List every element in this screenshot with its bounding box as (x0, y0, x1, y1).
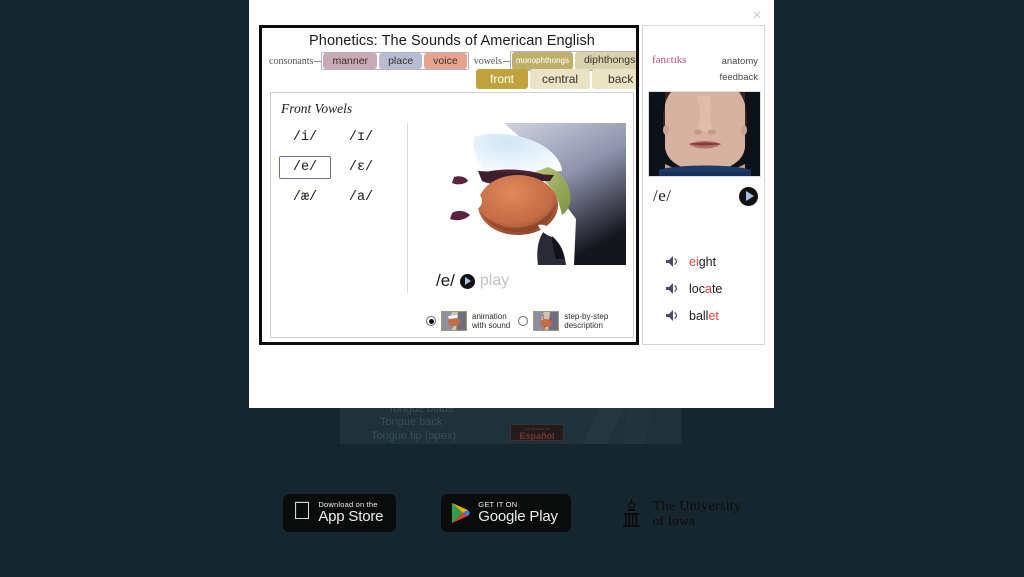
play-label: play (479, 272, 510, 289)
vowel-option-a[interactable]: /a/ (335, 186, 387, 209)
background-anatomy-panel: Tongue blade Tongue back Tongue tip (ape… (340, 402, 682, 444)
modal-dialog: × Phonetics: The Sounds of American Engl… (249, 0, 774, 408)
vowel-option-i[interactable]: /i/ (279, 126, 331, 149)
sidebar-ipa-row: /e/ (653, 186, 758, 206)
tab-central[interactable]: central (530, 69, 591, 89)
content-card: Front Vowels /i/ /ɪ/ /e/ /ɛ/ /æ/ /a/ /e/… (270, 92, 634, 338)
speaker-icon (666, 283, 677, 294)
word-pre: ball (689, 308, 709, 323)
word-post: ght (698, 254, 717, 269)
fonetiks-logo[interactable]: fənɛtɪks (652, 54, 687, 66)
option-steps-line1: step-by-step (564, 311, 609, 321)
word-highlight: a (704, 281, 712, 296)
vowel-tab-group: monophthongs diphthongs (510, 51, 636, 71)
mouth-animation-thumbnail[interactable] (441, 311, 467, 331)
word-highlight: et (708, 308, 719, 323)
animation-play-control[interactable]: /e/ play (436, 271, 509, 291)
svg-text:3: 3 (543, 326, 546, 331)
page-title: Phonetics: The Sounds of American Englis… (309, 33, 595, 49)
speaker-icon (666, 256, 677, 267)
list-item[interactable]: locate (665, 275, 722, 302)
svg-text:1: 1 (542, 315, 545, 321)
word-label: eight (689, 255, 716, 269)
sidebar-link-feedback[interactable]: feedback (719, 70, 758, 86)
view-mode-options: animation with sound 1 2 3 step-by-step … (426, 311, 608, 331)
tab-monophthongs[interactable]: monophthongs (512, 52, 573, 70)
vowel-option-small-i[interactable]: /ɪ/ (335, 126, 387, 149)
animation-ipa-symbol: /e/ (436, 271, 455, 290)
vowel-option-ash[interactable]: /æ/ (279, 186, 331, 209)
vowel-option-epsilon[interactable]: /ɛ/ (335, 156, 387, 179)
sagittal-mouth-diagram[interactable] (426, 119, 626, 265)
option-steps-label: step-by-step description (564, 312, 608, 331)
nav-row-primary: consonants manner place voice vowels mon… (268, 51, 636, 71)
tab-back[interactable]: back (592, 69, 636, 89)
old-capitol-icon (622, 499, 640, 527)
tab-voice[interactable]: voice (424, 53, 467, 69)
sidebar-links: anatomy feedback (719, 54, 758, 86)
list-item[interactable]: ballet (665, 302, 722, 329)
option-steps-line2: description (564, 321, 603, 330)
speaker-icon (666, 310, 677, 321)
tab-place[interactable]: place (379, 53, 423, 69)
app-store-badge-title: App Store (308, 508, 383, 526)
tab-manner[interactable]: manner (323, 53, 378, 69)
vowels-label: vowels (473, 55, 503, 67)
svg-text:2: 2 (549, 318, 552, 324)
radio-animation-with-sound[interactable] (426, 316, 436, 326)
option-animation-with-sound[interactable]: animation with sound (426, 311, 510, 331)
tab-diphthongs[interactable]: diphthongs (574, 52, 636, 70)
list-item[interactable]: eight (665, 248, 722, 275)
apple-logo-icon:  (293, 499, 312, 524)
word-post: te (711, 281, 723, 296)
google-play-badge-title: Google Play (468, 508, 558, 526)
vowel-option-e[interactable]: /e/ (279, 156, 331, 179)
word-label: locate (689, 282, 722, 296)
word-label: ballet (689, 309, 719, 323)
option-step-by-step[interactable]: 1 2 3 step-by-step description (518, 311, 608, 331)
university-of-iowa-logo[interactable]: The University of Iowa (616, 497, 742, 529)
vertical-divider (407, 123, 408, 293)
mouth-steps-thumbnail[interactable]: 1 2 3 (533, 311, 560, 331)
tab-front[interactable]: front (476, 69, 529, 89)
panel-title: Front Vowels (281, 101, 353, 116)
consonant-tab-group: manner place voice (321, 52, 469, 70)
face-video-still[interactable] (648, 91, 761, 177)
google-play-icon (452, 503, 471, 523)
sidebar-link-anatomy[interactable]: anatomy (719, 54, 758, 70)
example-word-list: eight locate ballet (665, 248, 722, 329)
app-store-badge[interactable]:  Download on the App Store (282, 494, 397, 532)
consonants-label: consonants (269, 55, 314, 67)
option-animation-line1: animation (472, 311, 507, 321)
word-pre: loc (689, 281, 705, 296)
option-animation-label: animation with sound (472, 312, 510, 331)
store-badges-row:  Download on the App Store GET IT ON Go… (0, 494, 1024, 532)
background-mouth-graphic (552, 404, 672, 444)
word-highlight: ei (689, 254, 699, 269)
radio-step-by-step[interactable] (518, 316, 529, 326)
play-icon[interactable] (459, 273, 475, 289)
sidebar-ipa-symbol: /e/ (653, 186, 672, 205)
close-icon[interactable]: × (748, 7, 766, 25)
nav-row-position: front central back (476, 69, 636, 89)
nav-connector (314, 60, 322, 62)
university-line-1: The University (643, 498, 741, 514)
nav-connector-2 (503, 60, 511, 62)
vowel-grid: /i/ /ɪ/ /e/ /ɛ/ /æ/ /a/ (279, 126, 399, 209)
app-sidebar: fənɛtɪks anatomy feedback /e/ eight loca… (642, 25, 765, 345)
phonetics-app-frame: Phonetics: The Sounds of American Englis… (259, 25, 639, 345)
google-play-badge[interactable]: GET IT ON Google Play (441, 494, 571, 532)
university-line-2: of Iowa (643, 512, 695, 528)
option-animation-line2: with sound (472, 321, 511, 330)
play-icon[interactable] (739, 186, 758, 206)
